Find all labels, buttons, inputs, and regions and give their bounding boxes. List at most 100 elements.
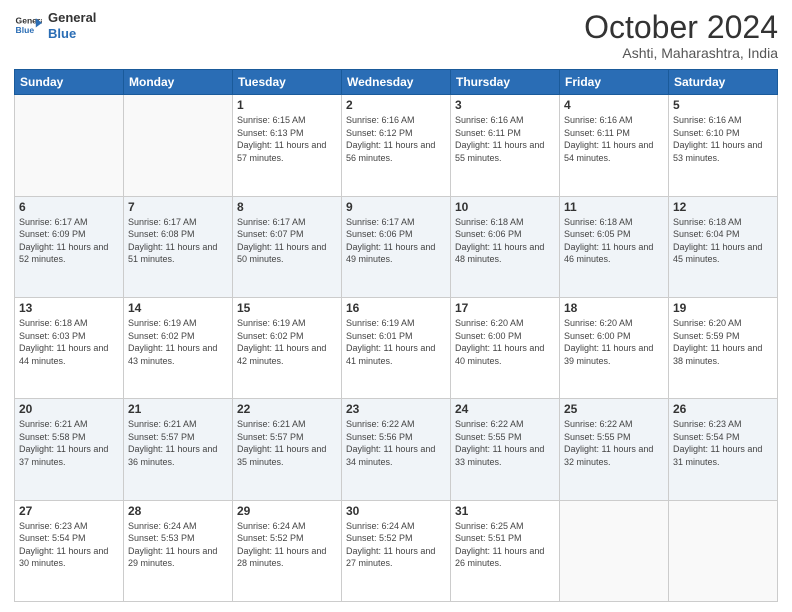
- title-block: October 2024 Ashti, Maharashtra, India: [584, 10, 778, 61]
- day-detail: Sunrise: 6:17 AM Sunset: 6:06 PM Dayligh…: [346, 216, 446, 266]
- day-detail: Sunrise: 6:20 AM Sunset: 6:00 PM Dayligh…: [564, 317, 664, 367]
- calendar-cell: 3Sunrise: 6:16 AM Sunset: 6:11 PM Daylig…: [451, 95, 560, 196]
- day-detail: Sunrise: 6:18 AM Sunset: 6:06 PM Dayligh…: [455, 216, 555, 266]
- day-detail: Sunrise: 6:24 AM Sunset: 5:53 PM Dayligh…: [128, 520, 228, 570]
- calendar-cell: 28 Sunrise: 6:24 AM Sunset: 5:53 PM Dayli…: [124, 500, 233, 601]
- day-number: 29: [237, 504, 337, 518]
- calendar-cell: 18 Sunrise: 6:20 AM Sunset: 6:00 PM Dayli…: [560, 297, 669, 398]
- day-number: 15: [237, 301, 337, 315]
- day-detail: Sunrise: 6:23 AM Sunset: 5:54 PM Dayligh…: [19, 520, 119, 570]
- day-detail: Sunrise: 6:20 AM Sunset: 5:59 PM Dayligh…: [673, 317, 773, 367]
- weekday-saturday: Saturday: [669, 70, 778, 95]
- calendar-cell: 29 Sunrise: 6:24 AM Sunset: 5:52 PM Dayli…: [233, 500, 342, 601]
- calendar-cell: [124, 95, 233, 196]
- weekday-sunday: Sunday: [15, 70, 124, 95]
- day-detail: Sunrise: 6:22 AM Sunset: 5:55 PM Dayligh…: [455, 418, 555, 468]
- weekday-wednesday: Wednesday: [342, 70, 451, 95]
- calendar-cell: [669, 500, 778, 601]
- calendar-week-2: 6Sunrise: 6:17 AM Sunset: 6:09 PM Daylig…: [15, 196, 778, 297]
- weekday-header-row: SundayMondayTuesdayWednesdayThursdayFrid…: [15, 70, 778, 95]
- day-detail: Sunrise: 6:16 AM Sunset: 6:11 PM Dayligh…: [564, 114, 664, 164]
- day-number: 25: [564, 402, 664, 416]
- weekday-tuesday: Tuesday: [233, 70, 342, 95]
- day-number: 7: [128, 200, 228, 214]
- day-detail: Sunrise: 6:23 AM Sunset: 5:54 PM Dayligh…: [673, 418, 773, 468]
- calendar-cell: 15Sunrise: 6:19 AM Sunset: 6:02 PM Dayli…: [233, 297, 342, 398]
- calendar-cell: 4 Sunrise: 6:16 AM Sunset: 6:11 PM Daylig…: [560, 95, 669, 196]
- day-detail: Sunrise: 6:19 AM Sunset: 6:02 PM Dayligh…: [128, 317, 228, 367]
- calendar-cell: 13Sunrise: 6:18 AM Sunset: 6:03 PM Dayli…: [15, 297, 124, 398]
- calendar-cell: 2Sunrise: 6:16 AM Sunset: 6:12 PM Daylig…: [342, 95, 451, 196]
- day-detail: Sunrise: 6:21 AM Sunset: 5:58 PM Dayligh…: [19, 418, 119, 468]
- day-detail: Sunrise: 6:16 AM Sunset: 6:11 PM Dayligh…: [455, 114, 555, 164]
- calendar-cell: 14Sunrise: 6:19 AM Sunset: 6:02 PM Dayli…: [124, 297, 233, 398]
- calendar-cell: 21 Sunrise: 6:21 AM Sunset: 5:57 PM Dayli…: [124, 399, 233, 500]
- day-number: 31: [455, 504, 555, 518]
- page: General Blue General Blue October 2024 A…: [0, 0, 792, 612]
- day-number: 1: [237, 98, 337, 112]
- day-number: 18: [564, 301, 664, 315]
- day-number: 28: [128, 504, 228, 518]
- weekday-thursday: Thursday: [451, 70, 560, 95]
- day-number: 11: [564, 200, 664, 214]
- logo-text-general: General: [48, 10, 96, 26]
- logo: General Blue General Blue: [14, 10, 96, 41]
- calendar-cell: 25 Sunrise: 6:22 AM Sunset: 5:55 PM Dayli…: [560, 399, 669, 500]
- calendar-cell: 24 Sunrise: 6:22 AM Sunset: 5:55 PM Dayli…: [451, 399, 560, 500]
- month-title: October 2024: [584, 10, 778, 45]
- calendar-cell: 7 Sunrise: 6:17 AM Sunset: 6:08 PM Daylig…: [124, 196, 233, 297]
- calendar-cell: 23 Sunrise: 6:22 AM Sunset: 5:56 PM Dayli…: [342, 399, 451, 500]
- day-number: 24: [455, 402, 555, 416]
- day-detail: Sunrise: 6:17 AM Sunset: 6:07 PM Dayligh…: [237, 216, 337, 266]
- calendar-week-3: 13Sunrise: 6:18 AM Sunset: 6:03 PM Dayli…: [15, 297, 778, 398]
- weekday-monday: Monday: [124, 70, 233, 95]
- day-detail: Sunrise: 6:21 AM Sunset: 5:57 PM Dayligh…: [237, 418, 337, 468]
- logo-text-blue: Blue: [48, 26, 96, 42]
- day-number: 8: [237, 200, 337, 214]
- day-detail: Sunrise: 6:25 AM Sunset: 5:51 PM Dayligh…: [455, 520, 555, 570]
- day-detail: Sunrise: 6:24 AM Sunset: 5:52 PM Dayligh…: [237, 520, 337, 570]
- day-number: 19: [673, 301, 773, 315]
- calendar-cell: 12 Sunrise: 6:18 AM Sunset: 6:04 PM Dayli…: [669, 196, 778, 297]
- day-detail: Sunrise: 6:21 AM Sunset: 5:57 PM Dayligh…: [128, 418, 228, 468]
- day-number: 16: [346, 301, 446, 315]
- svg-text:Blue: Blue: [16, 25, 35, 35]
- calendar-cell: 5Sunrise: 6:16 AM Sunset: 6:10 PM Daylig…: [669, 95, 778, 196]
- day-detail: Sunrise: 6:24 AM Sunset: 5:52 PM Dayligh…: [346, 520, 446, 570]
- calendar-cell: 19 Sunrise: 6:20 AM Sunset: 5:59 PM Dayli…: [669, 297, 778, 398]
- calendar-cell: 26 Sunrise: 6:23 AM Sunset: 5:54 PM Dayli…: [669, 399, 778, 500]
- day-detail: Sunrise: 6:22 AM Sunset: 5:55 PM Dayligh…: [564, 418, 664, 468]
- day-detail: Sunrise: 6:18 AM Sunset: 6:05 PM Dayligh…: [564, 216, 664, 266]
- weekday-friday: Friday: [560, 70, 669, 95]
- calendar-cell: 17Sunrise: 6:20 AM Sunset: 6:00 PM Dayli…: [451, 297, 560, 398]
- day-number: 20: [19, 402, 119, 416]
- calendar-cell: [560, 500, 669, 601]
- calendar-cell: 30 Sunrise: 6:24 AM Sunset: 5:52 PM Dayli…: [342, 500, 451, 601]
- calendar-week-1: 1Sunrise: 6:15 AM Sunset: 6:13 PM Daylig…: [15, 95, 778, 196]
- calendar-cell: 9 Sunrise: 6:17 AM Sunset: 6:06 PM Daylig…: [342, 196, 451, 297]
- calendar-cell: 8 Sunrise: 6:17 AM Sunset: 6:07 PM Daylig…: [233, 196, 342, 297]
- day-detail: Sunrise: 6:18 AM Sunset: 6:04 PM Dayligh…: [673, 216, 773, 266]
- day-detail: Sunrise: 6:19 AM Sunset: 6:01 PM Dayligh…: [346, 317, 446, 367]
- day-detail: Sunrise: 6:18 AM Sunset: 6:03 PM Dayligh…: [19, 317, 119, 367]
- day-number: 26: [673, 402, 773, 416]
- day-detail: Sunrise: 6:17 AM Sunset: 6:08 PM Dayligh…: [128, 216, 228, 266]
- calendar-cell: 11 Sunrise: 6:18 AM Sunset: 6:05 PM Dayli…: [560, 196, 669, 297]
- calendar-cell: 22Sunrise: 6:21 AM Sunset: 5:57 PM Dayli…: [233, 399, 342, 500]
- day-number: 23: [346, 402, 446, 416]
- day-detail: Sunrise: 6:22 AM Sunset: 5:56 PM Dayligh…: [346, 418, 446, 468]
- day-number: 21: [128, 402, 228, 416]
- day-number: 5: [673, 98, 773, 112]
- day-number: 27: [19, 504, 119, 518]
- day-number: 30: [346, 504, 446, 518]
- day-number: 9: [346, 200, 446, 214]
- day-number: 10: [455, 200, 555, 214]
- calendar-cell: 27 Sunrise: 6:23 AM Sunset: 5:54 PM Dayli…: [15, 500, 124, 601]
- calendar-table: SundayMondayTuesdayWednesdayThursdayFrid…: [14, 69, 778, 602]
- calendar-cell: 16 Sunrise: 6:19 AM Sunset: 6:01 PM Dayli…: [342, 297, 451, 398]
- calendar-cell: [15, 95, 124, 196]
- header: General Blue General Blue October 2024 A…: [14, 10, 778, 61]
- day-detail: Sunrise: 6:17 AM Sunset: 6:09 PM Dayligh…: [19, 216, 119, 266]
- day-number: 4: [564, 98, 664, 112]
- day-number: 12: [673, 200, 773, 214]
